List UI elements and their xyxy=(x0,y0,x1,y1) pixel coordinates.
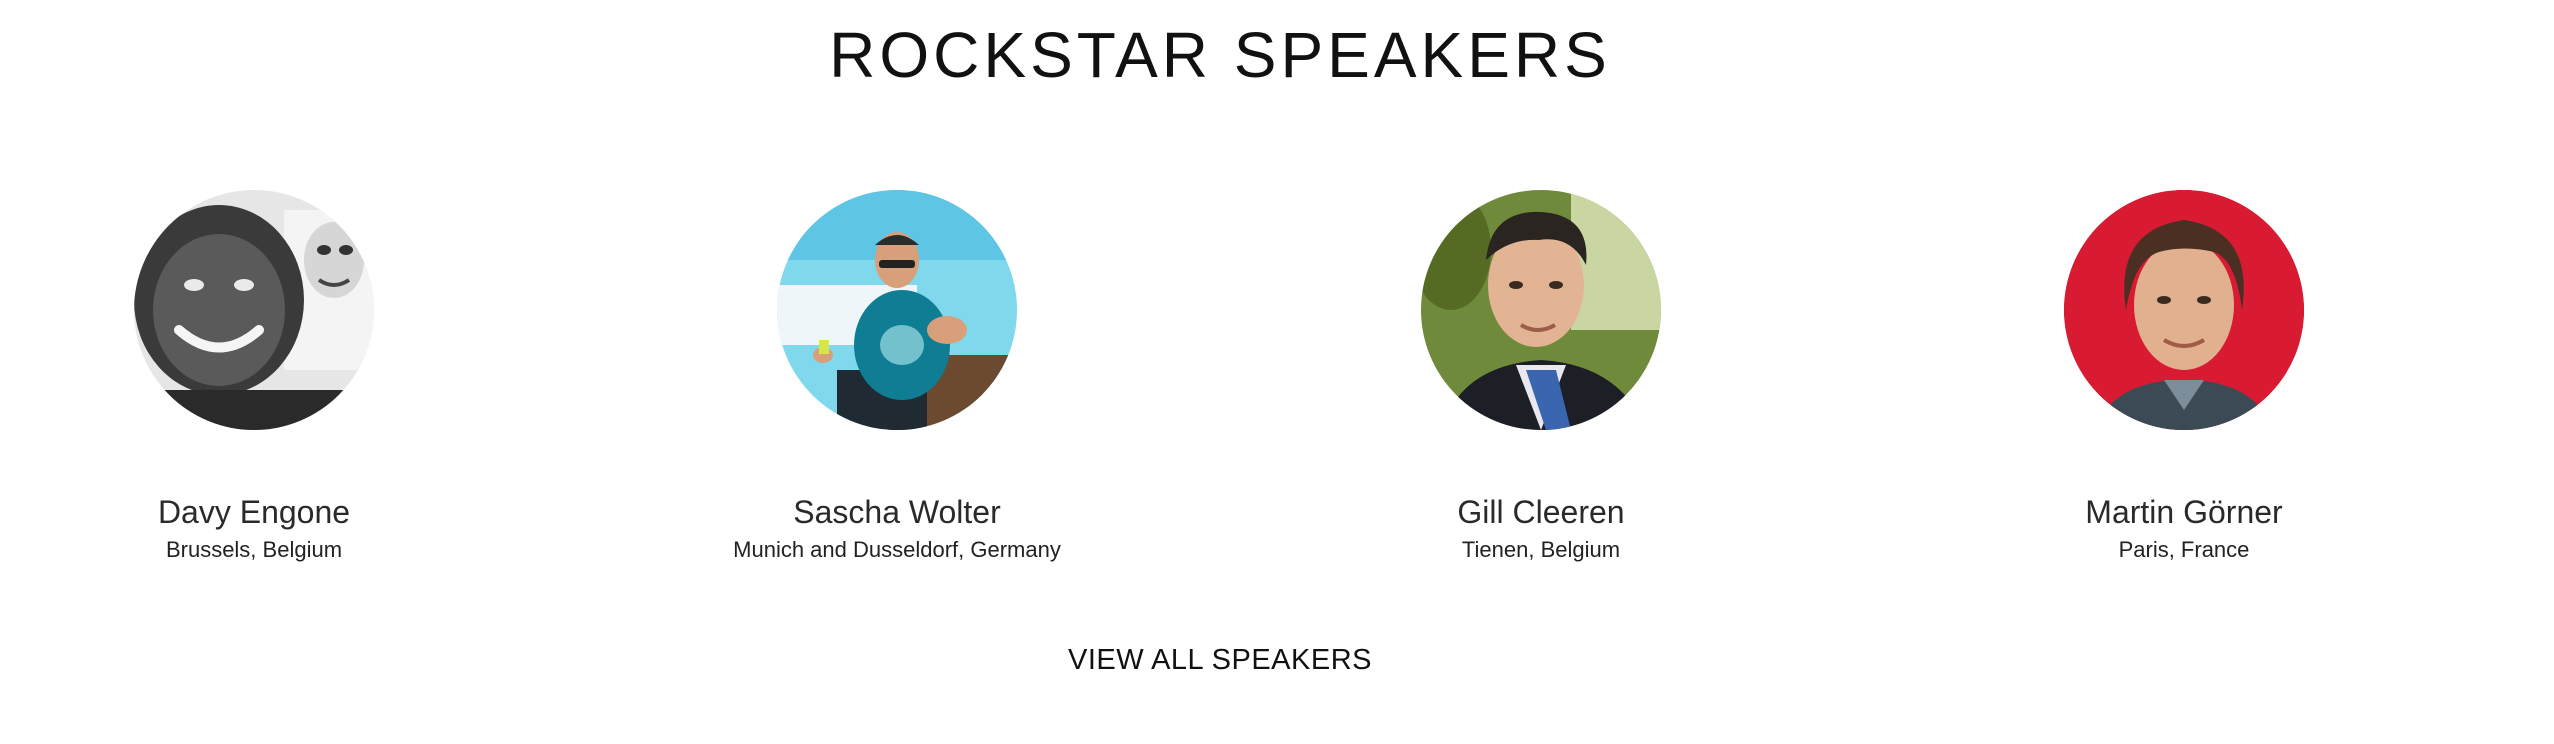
speaker-location: Munich and Dusseldorf, Germany xyxy=(733,537,1061,562)
speaker-location: Tienen, Belgium xyxy=(1461,537,1621,562)
speaker-photo-image xyxy=(134,190,374,430)
speaker-photo[interactable] xyxy=(2064,190,2304,430)
speaker-location: Brussels, Belgium xyxy=(165,537,343,562)
speaker-location: Paris, France xyxy=(2118,537,2250,562)
speaker-name[interactable]: Davy Engone xyxy=(0,492,554,532)
speakers-grid: Davy Engone Brussels, Belgium Sascha Wol… xyxy=(0,190,2440,590)
view-all-container: VIEW ALL SPEAKERS xyxy=(0,644,2440,677)
speaker-photo-image xyxy=(1421,190,1661,430)
speaker-card-martin-gorner[interactable]: Martin Görner Paris, France xyxy=(1884,190,2484,564)
speaker-photo-image xyxy=(777,190,1017,430)
speaker-card-gill-cleeren[interactable]: Gill Cleeren Tienen, Belgium xyxy=(1241,190,1841,564)
speaker-name[interactable]: Gill Cleeren xyxy=(1241,492,1841,532)
speaker-card-davy-engone[interactable]: Davy Engone Brussels, Belgium xyxy=(0,190,554,564)
speaker-photo-image xyxy=(2064,190,2304,430)
speaker-photo[interactable] xyxy=(777,190,1017,430)
view-all-speakers-link[interactable]: VIEW ALL SPEAKERS xyxy=(1068,644,1372,676)
speaker-card-sascha-wolter[interactable]: Sascha Wolter Munich and Dusseldorf, Ger… xyxy=(597,190,1197,564)
speaker-name[interactable]: Martin Görner xyxy=(1884,492,2484,532)
speaker-name[interactable]: Sascha Wolter xyxy=(597,492,1197,532)
speakers-section: ROCKSTAR SPEAKERS Davy Engone Brussels, … xyxy=(0,0,2554,744)
section-title: ROCKSTAR SPEAKERS xyxy=(829,19,1611,91)
speaker-photo[interactable] xyxy=(134,190,374,430)
speaker-photo[interactable] xyxy=(1421,190,1661,430)
